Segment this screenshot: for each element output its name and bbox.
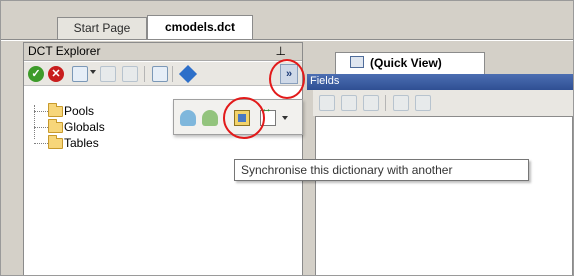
tab-quick-view[interactable]: (Quick View) [335, 52, 485, 74]
highlight-circle-overflow [269, 59, 305, 99]
tab-cmodels-dct[interactable]: cmodels.dct [147, 15, 253, 39]
tab-start-page[interactable]: Start Page [57, 17, 147, 39]
pin-icon[interactable]: ⊥ [276, 43, 286, 60]
fields-toolbar [313, 90, 573, 116]
dct-explorer-title: DCT Explorer [28, 44, 101, 58]
explorer-toolbar: ✓ ✕ » [24, 62, 302, 86]
explorer-tree: Pools Globals Tables [28, 103, 178, 151]
compare-dropdown-icon[interactable] [282, 116, 288, 120]
toolbar-separator [144, 66, 145, 82]
tree-item-label: Tables [64, 136, 99, 150]
tree-item-globals[interactable]: Globals [28, 119, 178, 135]
dct-explorer-header: DCT Explorer ⊥ [24, 43, 302, 61]
folder-icon [48, 119, 63, 133]
fields-list[interactable] [315, 116, 573, 275]
field-add-icon[interactable] [319, 95, 335, 111]
tree-item-label: Pools [64, 104, 95, 118]
field-move-down-icon[interactable] [415, 95, 431, 111]
document-icon[interactable] [152, 66, 168, 82]
paste-icon[interactable] [122, 66, 138, 82]
field-edit-icon[interactable] [341, 95, 357, 111]
window: Start Page cmodels.dct DCT Explorer ⊥ ✓ … [0, 0, 574, 276]
folder-icon [48, 103, 63, 117]
toolbar-separator [385, 95, 386, 111]
fields-header: Fields [307, 74, 573, 90]
quick-view-icon [350, 56, 364, 68]
highlight-circle-sync [223, 97, 265, 139]
check-icon[interactable]: ✓ [28, 66, 44, 82]
tooltip: Synchronise this dictionary with another [234, 159, 529, 181]
toolbar-separator [172, 66, 173, 82]
diamond-icon[interactable] [178, 64, 198, 84]
tree-item-pools[interactable]: Pools [28, 103, 178, 119]
copy-icon[interactable] [100, 66, 116, 82]
field-delete-icon[interactable] [363, 95, 379, 111]
new-item-dropdown-icon[interactable] [90, 70, 96, 74]
users-icon[interactable] [180, 110, 196, 126]
tabstrip-divider [1, 39, 573, 41]
close-icon[interactable]: ✕ [48, 66, 64, 82]
tree-item-tables[interactable]: Tables [28, 135, 178, 151]
field-move-up-icon[interactable] [393, 95, 409, 111]
quick-view-label: (Quick View) [370, 56, 442, 70]
tree-item-label: Globals [64, 120, 105, 134]
folder-icon [48, 135, 63, 149]
users-link-icon[interactable] [202, 110, 218, 126]
new-item-icon[interactable] [72, 66, 88, 82]
document-tabstrip: Start Page cmodels.dct [1, 1, 573, 41]
